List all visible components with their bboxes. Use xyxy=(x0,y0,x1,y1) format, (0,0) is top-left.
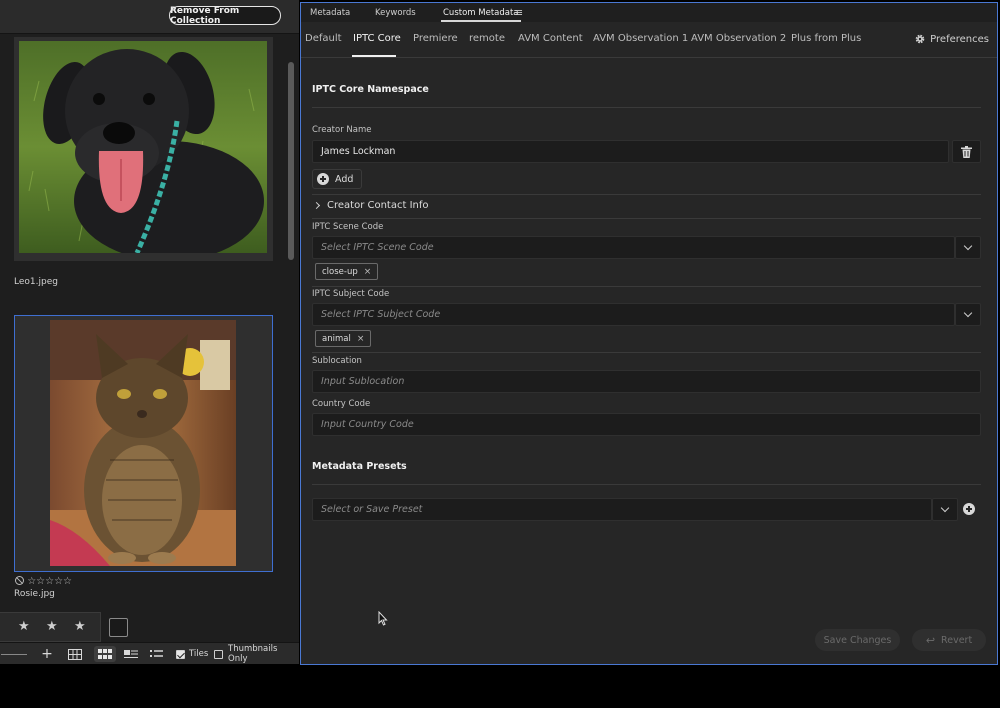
creator-name-input[interactable]: James Lockman xyxy=(312,140,949,163)
dog-photo xyxy=(19,41,267,253)
namespace-title: IPTC Core Namespace xyxy=(312,84,429,95)
tag-label: close-up xyxy=(322,266,358,277)
tab-custom-metadata[interactable]: Custom Metadata xyxy=(443,8,519,18)
tab-plus-from-plus[interactable]: Plus from Plus xyxy=(791,33,861,44)
star-icon[interactable]: ★ xyxy=(74,619,86,634)
save-changes-button[interactable]: Save Changes xyxy=(815,629,900,651)
list-icon[interactable] xyxy=(146,646,166,662)
scene-code-dropdown-button[interactable] xyxy=(955,236,981,259)
preferences-label: Preferences xyxy=(930,33,989,45)
collection-pane: Remove From Collection Leo1.jpeg ☆☆☆☆☆ R… xyxy=(0,0,299,664)
tab-remote[interactable]: remote xyxy=(469,33,505,44)
scene-code-label: IPTC Scene Code xyxy=(312,222,384,232)
presets-title: Metadata Presets xyxy=(312,461,407,472)
scene-code-select[interactable]: Select IPTC Scene Code xyxy=(312,236,955,259)
close-icon[interactable]: × xyxy=(357,334,365,344)
panel-tab-bar: Metadata Keywords Custom Metadata ≡ xyxy=(301,3,997,22)
tab-avm-observation-2[interactable]: AVM Observation 2 xyxy=(691,33,786,44)
tab-avm-observation-1[interactable]: AVM Observation 1 xyxy=(593,33,688,44)
scene-code-tag: close-up × xyxy=(315,263,379,280)
preset-dropdown-button[interactable] xyxy=(932,498,958,521)
no-rating-icon[interactable] xyxy=(15,576,24,585)
zoom-slider[interactable] xyxy=(0,646,28,662)
revert-label: Revert xyxy=(941,634,973,646)
tab-default[interactable]: Default xyxy=(305,33,342,44)
preferences-button[interactable]: Preferences xyxy=(914,33,989,45)
preset-select[interactable]: Select or Save Preset xyxy=(312,498,932,521)
chevron-down-icon xyxy=(963,308,973,318)
scrollbar-thumb[interactable] xyxy=(288,62,294,260)
add-label: Add xyxy=(335,173,354,185)
plus-circle-icon xyxy=(317,173,329,185)
grid-icon[interactable] xyxy=(65,646,85,662)
tab-keywords[interactable]: Keywords xyxy=(375,8,416,18)
tiles-icon[interactable] xyxy=(94,646,116,662)
tab-avm-content[interactable]: AVM Content xyxy=(518,33,583,44)
add-preset-button[interactable] xyxy=(963,503,975,518)
tab-premiere[interactable]: Premiere xyxy=(413,33,458,44)
thumbnails-only-label: Thumbnails Only xyxy=(228,644,278,664)
chevron-down-icon xyxy=(940,503,950,513)
zoom-in-icon[interactable]: + xyxy=(40,646,54,662)
thumbnails-only-checkbox[interactable] xyxy=(212,646,224,662)
tab-iptc-core[interactable]: IPTC Core xyxy=(353,33,401,44)
close-icon[interactable]: × xyxy=(364,267,372,277)
chevron-down-icon xyxy=(963,241,973,251)
divider xyxy=(312,107,981,108)
namespace-tab-bar: Default IPTC Core Premiere remote AVM Co… xyxy=(301,22,997,58)
remove-from-collection-button[interactable]: Remove From Collection xyxy=(169,6,281,26)
filename-label: Rosie.jpg xyxy=(14,589,55,599)
divider xyxy=(312,194,981,195)
star-icon[interactable]: ★ xyxy=(46,619,58,634)
divider xyxy=(312,286,981,287)
sublocation-input[interactable]: Input Sublocation xyxy=(312,370,981,393)
revert-icon: ↩ xyxy=(925,633,936,647)
chevron-right-icon xyxy=(312,201,321,210)
subject-code-label: IPTC Subject Code xyxy=(312,289,390,299)
subject-code-tag: animal × xyxy=(315,330,372,347)
country-code-label: Country Code xyxy=(312,399,371,409)
tiles-label: Tiles xyxy=(189,649,209,659)
delete-creator-button[interactable] xyxy=(952,140,981,163)
rating-stars[interactable]: ☆☆☆☆☆ xyxy=(15,576,72,587)
thumbnail-card-leo[interactable] xyxy=(14,37,273,261)
divider xyxy=(312,484,981,485)
divider xyxy=(312,352,981,353)
revert-button[interactable]: ↩ Revert xyxy=(912,629,986,651)
country-code-input[interactable]: Input Country Code xyxy=(312,413,981,436)
creator-name-label: Creator Name xyxy=(312,125,372,135)
creator-contact-info-toggle[interactable]: Creator Contact Info xyxy=(312,200,429,211)
creator-contact-info-label: Creator Contact Info xyxy=(327,200,429,211)
star-icon[interactable]: ☆☆☆☆☆ xyxy=(27,576,72,587)
thumbnail-card-rosie[interactable] xyxy=(14,315,273,572)
color-label-filter[interactable] xyxy=(109,618,128,637)
hamburger-icon[interactable]: ≡ xyxy=(514,6,523,19)
plus-circle-icon xyxy=(963,503,975,515)
cat-photo xyxy=(50,320,236,566)
subject-code-dropdown-button[interactable] xyxy=(955,303,981,326)
mouse-cursor-icon xyxy=(378,611,388,626)
gear-icon xyxy=(915,34,925,44)
detail-view-icon[interactable] xyxy=(121,646,141,662)
add-creator-button[interactable]: Add xyxy=(312,169,363,189)
active-tab-underline xyxy=(352,55,396,57)
view-toolbar: + Tiles Thumbnails Only xyxy=(0,642,299,664)
sublocation-label: Sublocation xyxy=(312,356,362,366)
tiles-checkbox[interactable] xyxy=(174,646,186,662)
tab-metadata[interactable]: Metadata xyxy=(310,8,350,18)
metadata-pane: Metadata Keywords Custom Metadata ≡ Defa… xyxy=(300,2,998,665)
tag-label: animal xyxy=(322,333,351,344)
rating-filter-panel: ★ ★ ★ xyxy=(0,612,101,642)
trash-icon xyxy=(961,145,972,158)
filename-label: Leo1.jpeg xyxy=(14,277,58,287)
subject-code-select[interactable]: Select IPTC Subject Code xyxy=(312,303,955,326)
divider xyxy=(312,218,981,219)
star-icon[interactable]: ★ xyxy=(18,619,30,634)
